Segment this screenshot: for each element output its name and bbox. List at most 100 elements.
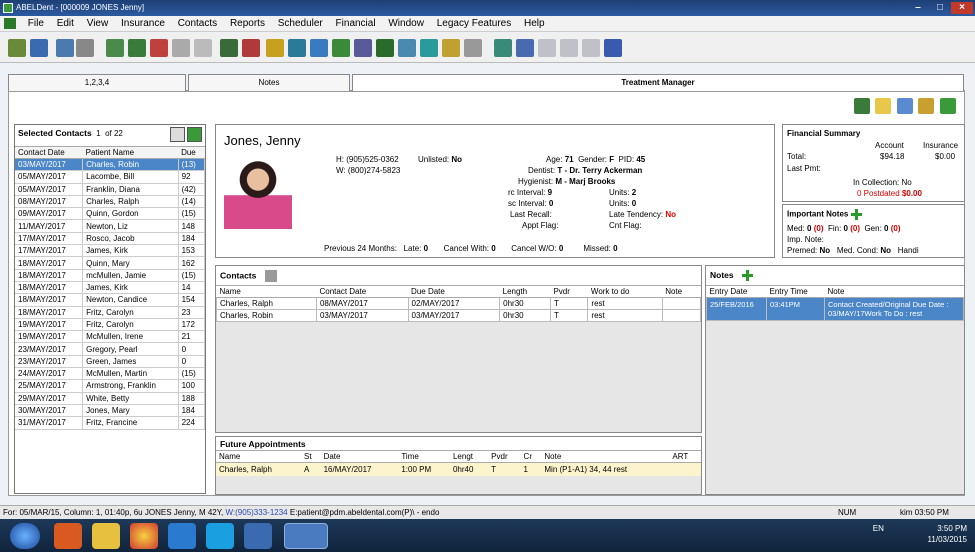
- edit-note-icon[interactable]: [918, 98, 935, 114]
- table-row[interactable]: 23/MAY/2017 Gregory, Pearl 0: [15, 342, 206, 356]
- network-icon[interactable]: [244, 523, 272, 549]
- settings-icon[interactable]: [516, 39, 534, 57]
- menu-help[interactable]: Help: [519, 16, 550, 32]
- minimize-button[interactable]: –: [907, 2, 929, 14]
- schedule-icon[interactable]: [288, 39, 306, 57]
- skype-icon[interactable]: [206, 523, 234, 549]
- table-row[interactable]: 19/MAY/2017 McMullen, Irene 21: [15, 330, 206, 344]
- future-col-header[interactable]: Time: [398, 451, 450, 463]
- table-row[interactable]: 11/MAY/2017 Newton, Liz 148: [15, 219, 206, 233]
- tab-treatment-manager[interactable]: Treatment Manager: [352, 74, 964, 91]
- undo-icon[interactable]: [172, 39, 190, 57]
- patient-icon[interactable]: [8, 39, 26, 57]
- col-work-to-do[interactable]: Work to do: [587, 286, 663, 298]
- printer-icon[interactable]: [376, 39, 394, 57]
- maximize-button[interactable]: □: [929, 2, 951, 14]
- file-explorer-icon[interactable]: [92, 523, 120, 549]
- disc-icon[interactable]: [896, 98, 913, 114]
- table-row[interactable]: 18/MAY/2017 Fritz, Carolyn 23: [15, 306, 206, 319]
- col-patient-name[interactable]: Patient Name: [82, 147, 179, 159]
- col-due[interactable]: Due: [178, 147, 205, 159]
- calendar-icon[interactable]: [310, 39, 328, 57]
- redo-icon[interactable]: [194, 39, 212, 57]
- menu-contacts[interactable]: Contacts: [173, 16, 222, 32]
- lab-icon[interactable]: [420, 39, 438, 57]
- add-important-note-icon[interactable]: [850, 209, 862, 220]
- camera-icon[interactable]: [398, 39, 416, 57]
- table-row[interactable]: 29/MAY/2017 White, Betty 188: [15, 392, 206, 405]
- user-icon[interactable]: [442, 39, 460, 57]
- start-button[interactable]: [10, 523, 40, 549]
- menu-edit[interactable]: Edit: [52, 16, 79, 32]
- table-row[interactable]: 18/MAY/2017 mcMullen, Jamie (15): [15, 269, 206, 282]
- col-contact-date[interactable]: Contact Date: [15, 147, 83, 159]
- col-length[interactable]: Length: [499, 286, 551, 298]
- grey-tool3-icon[interactable]: [582, 39, 600, 57]
- tab-1234[interactable]: 1,2,3,4: [8, 74, 186, 91]
- table-row[interactable]: 17/MAY/2017 Rosco, Jacob 184: [15, 232, 206, 246]
- edit-contact-icon[interactable]: [264, 270, 277, 282]
- menu-insurance[interactable]: Insurance: [116, 16, 170, 32]
- table-row[interactable]: 03/MAY/2017 Charles, Robin (13): [15, 158, 206, 172]
- future-col-header[interactable]: Pvdr: [488, 451, 521, 463]
- note-row[interactable]: 25/FEB/2016 03:41PM Contact Created/Origin…: [706, 297, 964, 321]
- filter-icon[interactable]: [170, 127, 185, 142]
- window-icon[interactable]: [604, 39, 622, 57]
- print-icon[interactable]: [220, 39, 238, 57]
- appointment-row[interactable]: Charles, Ralph A 16/MAY/2017 1:00 PM 0hr40 T 1…: [216, 462, 701, 476]
- chrome-icon[interactable]: [130, 523, 158, 549]
- tools-icon[interactable]: [494, 39, 512, 57]
- col-note-text[interactable]: Note: [824, 286, 964, 298]
- col-name[interactable]: Name: [216, 286, 317, 298]
- table-row[interactable]: 24/MAY/2017 McMullen, Martin (15): [15, 367, 206, 381]
- future-col-header[interactable]: Date: [320, 451, 399, 463]
- menu-window[interactable]: Window: [383, 16, 429, 32]
- future-col-header[interactable]: Note: [541, 451, 670, 463]
- table-row[interactable]: 05/MAY/2017 Franklin, Diana (42): [15, 183, 206, 196]
- table-row[interactable]: 18/MAY/2017 Quinn, Mary 162: [15, 256, 206, 270]
- future-col-header[interactable]: ART: [669, 451, 701, 463]
- family-icon[interactable]: [30, 39, 48, 57]
- ie-icon[interactable]: [168, 523, 196, 549]
- table-row[interactable]: 17/MAY/2017 James, Kirk 153: [15, 244, 206, 258]
- future-col-header[interactable]: Name: [216, 451, 302, 463]
- table-row[interactable]: 05/MAY/2017 Lacombe, Bill 92: [15, 170, 206, 184]
- search-icon[interactable]: [76, 39, 94, 57]
- office-icon[interactable]: [54, 523, 82, 549]
- menu-file[interactable]: File: [23, 16, 49, 32]
- chart-icon[interactable]: [106, 39, 124, 57]
- grey-tool2-icon[interactable]: [560, 39, 578, 57]
- table-row[interactable]: 19/MAY/2017 Fritz, Carolyn 172: [15, 318, 206, 332]
- recall-icon[interactable]: [332, 39, 350, 57]
- col-entry-date[interactable]: Entry Date: [706, 286, 767, 298]
- table-row[interactable]: 08/MAY/2017 Charles, Ralph (14): [15, 195, 206, 209]
- ledger-icon[interactable]: [128, 39, 146, 57]
- table-row[interactable]: 18/MAY/2017 Newton, Candice 154: [15, 293, 206, 307]
- transfer-icon[interactable]: [56, 39, 74, 57]
- abeldent-taskbar-icon[interactable]: [284, 523, 328, 549]
- table-row[interactable]: 25/MAY/2017 Armstrong, Franklin 100: [15, 379, 206, 393]
- col-pvdr[interactable]: Pvdr: [550, 286, 588, 298]
- refresh-icon[interactable]: [187, 127, 202, 142]
- table-row[interactable]: 31/MAY/2017 Fritz, Francine 224: [15, 416, 206, 430]
- menu-financial[interactable]: Financial: [331, 16, 381, 32]
- tab-notes[interactable]: Notes: [188, 74, 350, 91]
- future-col-header[interactable]: St: [301, 451, 321, 463]
- menu-scheduler[interactable]: Scheduler: [273, 16, 328, 32]
- menu-reports[interactable]: Reports: [225, 16, 270, 32]
- table-row[interactable]: 30/MAY/2017 Jones, Mary 184: [15, 404, 206, 418]
- money-icon[interactable]: [940, 98, 956, 114]
- col-due-date[interactable]: Due Date: [408, 286, 500, 298]
- report-icon[interactable]: [354, 39, 372, 57]
- envelope-icon[interactable]: [875, 98, 892, 114]
- menu-view[interactable]: View: [82, 16, 114, 32]
- add-note-icon[interactable]: [742, 270, 754, 282]
- col-contact-date-2[interactable]: Contact Date: [316, 286, 409, 298]
- contact-row[interactable]: Charles, Robin 03/MAY/2017 03/MAY/2017 0hr3…: [216, 309, 702, 322]
- print-report-icon[interactable]: [853, 98, 870, 114]
- delete-icon[interactable]: [242, 39, 260, 57]
- col-entry-time[interactable]: Entry Time: [766, 286, 825, 298]
- col-note[interactable]: Note: [662, 286, 701, 298]
- future-col-header[interactable]: Cr: [520, 451, 542, 463]
- mail-icon[interactable]: [464, 39, 482, 57]
